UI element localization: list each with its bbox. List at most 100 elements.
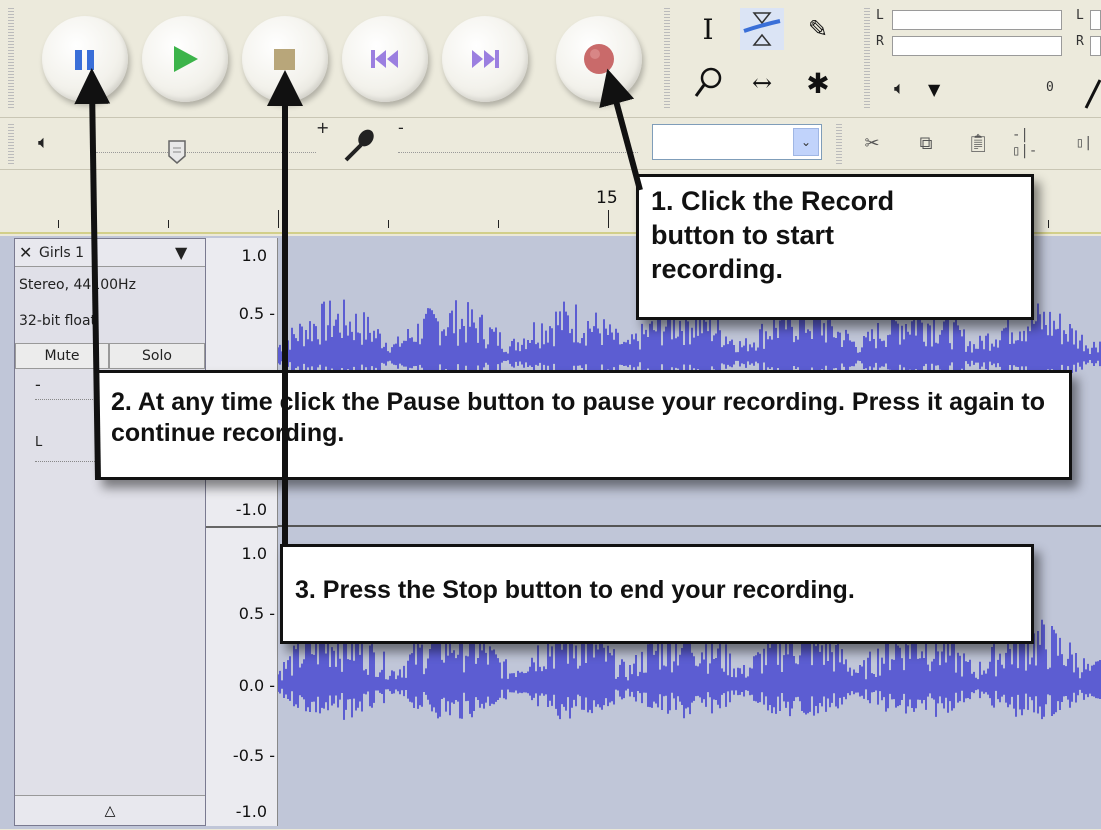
output-volume-icon: 🔈︎ (38, 132, 49, 153)
record-callout: 1. Click the Record button to start reco… (636, 174, 1034, 320)
ruler-tick (388, 220, 389, 228)
skip-end-button[interactable] (442, 16, 528, 102)
meter-zero-label: 0 (1046, 80, 1054, 95)
stop-button[interactable] (242, 16, 328, 102)
magnifier-icon (694, 67, 722, 97)
collapse-track-button[interactable]: △ (15, 795, 205, 825)
output-volume-thumb[interactable] (166, 138, 188, 166)
record-icon (584, 44, 614, 74)
draw-tool[interactable]: ✎ (796, 8, 840, 50)
tools-grip[interactable] (664, 8, 670, 108)
ruler-tick (1048, 220, 1049, 228)
pan-left-label: L (35, 435, 43, 450)
ruler-label: 15 (596, 188, 618, 208)
record-button[interactable] (556, 16, 642, 102)
record-meter-right (1090, 36, 1101, 56)
pause-callout: 2. At any time click the Pause button to… (96, 370, 1072, 480)
playback-meter-left (892, 10, 1062, 30)
output-volume-slider[interactable] (96, 152, 316, 154)
scale-label: 0.5 - (238, 304, 275, 323)
timeshift-tool[interactable]: ↔ (740, 62, 784, 104)
scissors-icon: ✂ (864, 132, 880, 154)
record-meter-left (1090, 10, 1101, 30)
paste-button[interactable]: 📋︎ (958, 124, 998, 162)
track-name[interactable]: Girls 1 (39, 245, 84, 261)
scale-label: 1.0 (241, 246, 267, 265)
channel-divider (206, 526, 278, 528)
input-minus-label: - (398, 118, 404, 137)
meter-grip[interactable] (864, 8, 870, 108)
zoom-tool[interactable] (686, 62, 730, 104)
solo-button[interactable]: Solo (109, 343, 205, 369)
track-bit-depth: 32-bit float (19, 313, 97, 329)
stop-icon (274, 49, 295, 70)
track-control-panel: ✕ Girls 1 ▼ Stereo, 44100Hz 32-bit float… (14, 238, 206, 826)
microphone-icon (344, 129, 374, 162)
gain-minus-label: - (35, 375, 41, 394)
mute-button[interactable]: Mute (15, 343, 109, 369)
copy-icon: ⧉ (919, 132, 933, 154)
tools-palette: I ✎ ↔ ✱ (676, 4, 852, 110)
cut-button[interactable]: ✂ (852, 124, 892, 162)
track-menu-icon[interactable]: ▼ (175, 243, 187, 262)
track-close-icon[interactable]: ✕ (19, 243, 32, 262)
pause-button[interactable] (42, 16, 128, 102)
record-meter-right-label: R (1076, 34, 1084, 49)
transport-toolbar: I ✎ ↔ ✱ L R 🔈︎ ▼ 0 L R (0, 0, 1101, 118)
multi-tool[interactable]: ✱ (796, 62, 840, 104)
pause-icon (75, 50, 94, 70)
ruler-tick (278, 210, 279, 228)
volume-plus-label: + (316, 118, 330, 137)
envelope-icon (743, 12, 781, 46)
meter-menu-button[interactable]: ▼ (928, 80, 958, 102)
timeshift-icon: ↔ (751, 69, 773, 97)
waveform-area[interactable] (277, 238, 1101, 826)
record-meter-left-label: L (1076, 8, 1084, 23)
scale-label: 0.0 - (238, 676, 275, 695)
ruler-tick (168, 220, 169, 228)
pencil-icon: ✎ (807, 15, 829, 43)
meter-right-label: R (876, 34, 884, 49)
skip-start-icon (371, 50, 398, 68)
edit-grip[interactable] (836, 124, 842, 164)
trim-button[interactable]: -|▯|- (1012, 124, 1052, 162)
selection-tool[interactable]: I (686, 8, 730, 50)
silence-icon: ▯| (1075, 135, 1093, 151)
ruler-tick (58, 220, 59, 228)
input-volume-slider[interactable] (398, 152, 638, 154)
play-button[interactable] (142, 16, 228, 102)
scale-label: -0.5 - (232, 746, 275, 765)
scale-label: 1.0 (241, 544, 267, 563)
waveform (277, 299, 1101, 720)
pause-callout-text: 2. At any time click the Pause button to… (111, 388, 1046, 448)
stop-callout: 3. Press the Stop button to end your rec… (280, 544, 1034, 644)
envelope-tool[interactable] (740, 8, 784, 50)
toolbar-grip[interactable] (8, 8, 14, 108)
scale-label: -1.0 (235, 500, 267, 519)
paste-icon: 📋︎ (966, 132, 990, 154)
chevron-down-icon[interactable]: ⌄ (793, 128, 819, 156)
gain-slider[interactable] (35, 399, 105, 400)
play-icon (174, 46, 198, 72)
copy-button[interactable]: ⧉ (906, 124, 946, 162)
multi-tool-icon: ✱ (806, 66, 830, 100)
meter-left-label: L (876, 8, 884, 23)
ruler-tick (608, 210, 609, 228)
ruler-tick (498, 220, 499, 228)
input-source-select[interactable]: ⌄ (652, 124, 822, 160)
scale-label: -1.0 (235, 802, 267, 821)
meter-slider-icon[interactable] (1084, 76, 1101, 110)
pan-slider[interactable] (35, 461, 105, 462)
record-callout-text: 1. Click the Record button to start reco… (651, 186, 895, 284)
meter-speaker-icon[interactable]: 🔈︎ (894, 78, 905, 99)
selection-icon: I (702, 12, 714, 46)
mixer-grip[interactable] (8, 124, 14, 164)
silence-button[interactable]: ▯| (1064, 124, 1101, 162)
skip-start-button[interactable] (342, 16, 428, 102)
track-format: Stereo, 44100Hz (19, 277, 136, 293)
playback-meter-right (892, 36, 1062, 56)
trim-icon: -|▯|- (1012, 127, 1038, 159)
stop-callout-text: 3. Press the Stop button to end your rec… (295, 576, 855, 604)
skip-end-icon (472, 50, 499, 68)
scale-label: 0.5 - (238, 604, 275, 623)
